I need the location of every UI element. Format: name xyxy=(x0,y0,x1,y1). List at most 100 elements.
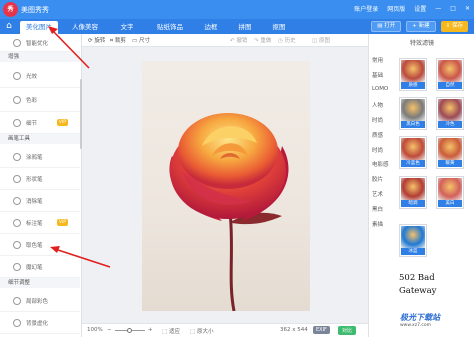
rose-image xyxy=(169,113,289,311)
compare-button[interactable]: 对比 xyxy=(338,326,357,335)
filter-thumb[interactable]: 黑白色 xyxy=(399,97,427,130)
filter-thumb[interactable]: 暗调 xyxy=(399,176,427,209)
history-button[interactable]: ◷ 历史 xyxy=(278,36,296,44)
web-edition-link[interactable]: 网页版 xyxy=(387,4,405,13)
doodle-pen-item[interactable]: 涂鸦笔 xyxy=(0,146,80,168)
open-button[interactable]: ▤ 打开 xyxy=(371,21,402,32)
shape-pen-item[interactable]: 形状笔 xyxy=(0,168,80,190)
filter-preview-image xyxy=(438,138,462,160)
smart-optimize-item[interactable]: 智能优化 xyxy=(0,34,80,52)
blur-icon xyxy=(13,318,21,327)
app-title: 美图秀秀 xyxy=(21,6,49,14)
tab-collage[interactable]: 拼图 xyxy=(230,21,260,34)
filter-category[interactable]: LOMO xyxy=(372,86,388,92)
filter-category[interactable]: 艺术 xyxy=(372,190,383,198)
section-detail-adjust: 细节调整 xyxy=(0,278,80,288)
exif-button[interactable]: EXIF xyxy=(313,326,330,334)
marker-pen-item[interactable]: 标注笔 VIP xyxy=(0,212,80,234)
filter-preview-image xyxy=(401,226,425,248)
filter-preview-image xyxy=(401,178,425,200)
filter-category[interactable]: 黑白 xyxy=(372,205,383,213)
tab-portrait[interactable]: 人像美容 xyxy=(63,21,107,34)
eraser-pen-item[interactable]: 消除笔 xyxy=(0,190,80,212)
tab-cutout[interactable]: 抠图 xyxy=(264,21,294,34)
image-canvas[interactable] xyxy=(82,47,368,323)
filter-preview-image xyxy=(401,138,425,160)
color-picker-item[interactable]: 取色笔 xyxy=(0,234,80,256)
size-button[interactable]: ▭ 尺寸 xyxy=(132,36,150,44)
left-tool-panel: 智能优化 增强 光效 色彩 细节 VIP 画笔工具 涂鸦笔 形状笔 消除笔 标注笔… xyxy=(0,34,82,337)
close-icon[interactable]: ✕ xyxy=(465,5,470,12)
magic-pen-icon xyxy=(13,262,21,271)
minimize-icon[interactable]: — xyxy=(435,5,441,12)
filter-preview-image xyxy=(401,99,425,121)
filter-category[interactable]: 素描 xyxy=(372,220,383,228)
filter-thumb[interactable]: 美白 xyxy=(436,176,464,209)
zoom-slider-handle[interactable] xyxy=(127,328,132,333)
light-item[interactable]: 光效 xyxy=(0,64,80,88)
maximize-icon[interactable]: □ xyxy=(450,5,456,12)
detail-icon xyxy=(13,118,21,127)
filter-thumb[interactable]: 冷蓝色 xyxy=(399,136,427,169)
filter-category[interactable]: 时尚 xyxy=(372,146,383,154)
error-message: 502 Bad Gateway xyxy=(399,273,437,296)
redo-button[interactable]: ↷ 重做 xyxy=(254,36,271,44)
light-icon xyxy=(13,71,21,80)
filter-category[interactable]: 常用 xyxy=(372,56,383,64)
menu-bar: ⌂ 美化图片 人像美容 文字 贴纸饰品 边框 拼图 抠图 ▤ 打开 + 新建 ⇩… xyxy=(0,19,474,34)
save-button[interactable]: ⇩ 保存 xyxy=(440,21,468,32)
fit-button[interactable]: ⬚ 适应 xyxy=(162,327,180,335)
filter-preview-image xyxy=(438,60,462,82)
app-logo-icon: 秀 xyxy=(3,2,18,17)
eyedropper-icon xyxy=(13,240,21,249)
original-button[interactable]: ◫ 原图 xyxy=(312,36,330,44)
crop-button[interactable]: ⌗ 裁剪 xyxy=(110,36,126,45)
actual-size-button[interactable]: ⬚ 原大小 xyxy=(190,327,213,335)
section-brush-tools: 画笔工具 xyxy=(0,134,80,144)
section-enhance: 增强 xyxy=(0,52,80,62)
image-dimensions: 362 x 544 xyxy=(280,327,308,333)
undo-button[interactable]: ↶ 撤销 xyxy=(230,36,247,44)
filter-category[interactable]: 基础 xyxy=(372,71,383,79)
tab-stickers[interactable]: 贴纸饰品 xyxy=(147,21,193,34)
filter-thumb[interactable]: 自然 xyxy=(436,58,464,91)
partial-color-item[interactable]: 局部彩色 xyxy=(0,290,80,312)
filter-category[interactable]: 电影感 xyxy=(372,160,389,168)
filter-category[interactable]: 人物 xyxy=(372,101,383,109)
home-icon[interactable]: ⌂ xyxy=(3,20,15,33)
filter-preview-image xyxy=(401,60,425,82)
site-watermark: 极光下载站 www.xz7.com xyxy=(400,313,440,328)
zoom-in-button[interactable]: + xyxy=(148,327,153,333)
zoom-out-button[interactable]: − xyxy=(107,327,112,333)
background-blur-item[interactable]: 背景虚化 xyxy=(0,312,80,334)
account-login-link[interactable]: 账户登录 xyxy=(354,4,378,13)
filter-thumb[interactable]: 质感 xyxy=(399,58,427,91)
zoom-level: 100% xyxy=(87,327,103,333)
filter-preview-image xyxy=(438,178,462,200)
filter-category[interactable]: 胶片 xyxy=(372,175,383,183)
new-button[interactable]: + 新建 xyxy=(406,21,436,32)
app-window: 秀 美图秀秀 账户登录 网页版 设置 — □ ✕ ⌂ 美化图片 人像美容 文字 … xyxy=(0,0,474,337)
filter-panel-title: 特效滤镜 xyxy=(409,40,434,47)
detail-item[interactable]: 细节 VIP xyxy=(0,112,80,134)
color-item[interactable]: 色彩 xyxy=(0,88,80,112)
tab-frames[interactable]: 边框 xyxy=(196,21,226,34)
color-icon xyxy=(13,95,21,104)
tab-text[interactable]: 文字 xyxy=(108,21,146,34)
status-bar: 100% − + ⬚ 适应 ⬚ 原大小 362 x 544 EXIF 对比 xyxy=(82,323,368,337)
magic-pen-item[interactable]: 魔幻笔 xyxy=(0,256,80,278)
filter-thumb[interactable]: 冰蓝 xyxy=(399,224,427,257)
rotate-button[interactable]: ⟳ 旋转 xyxy=(88,36,105,44)
filter-preview-image xyxy=(438,99,462,121)
rose-photo xyxy=(142,61,310,311)
settings-link[interactable]: 设置 xyxy=(414,4,426,13)
filter-category[interactable]: 时尚 xyxy=(372,116,383,124)
marker-icon xyxy=(13,218,21,227)
doodle-icon xyxy=(13,152,21,161)
partial-color-icon xyxy=(13,296,21,305)
filter-category[interactable]: 质感 xyxy=(372,131,383,139)
tab-beautify[interactable]: 美化图片 xyxy=(20,21,58,34)
edit-toolbar: ⟳ 旋转 ⌗ 裁剪 ▭ 尺寸 ↶ 撤销 ↷ 重做 ◷ 历史 ◫ 原图 xyxy=(82,34,368,47)
filter-thumb[interactable]: 暖黄 xyxy=(436,136,464,169)
filter-thumb[interactable]: 冷色 xyxy=(436,97,464,130)
